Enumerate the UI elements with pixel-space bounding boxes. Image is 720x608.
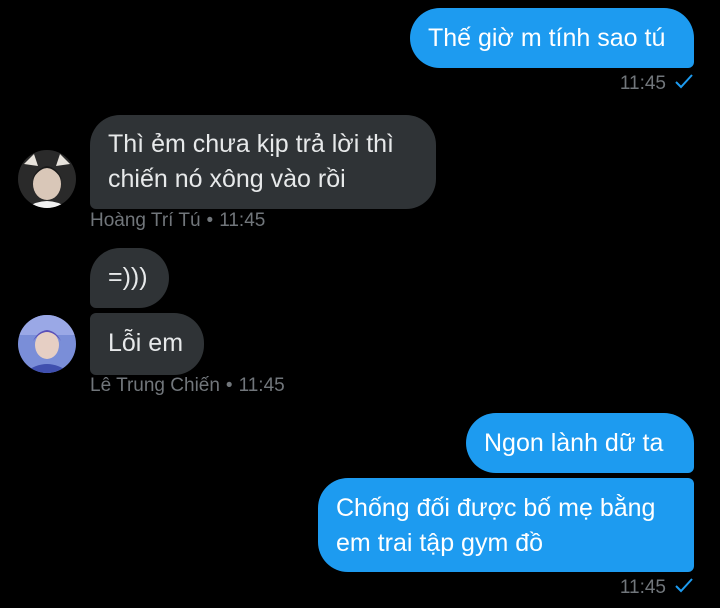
message-text-line: chiến nó xông vào rồi bbox=[108, 165, 346, 193]
message-bubble-outgoing[interactable]: Thế giờ m tính sao tú bbox=[410, 8, 694, 68]
message-bubble-incoming[interactable]: Thì ẻm chưa kịp trả lời thì chiến nó xôn… bbox=[90, 115, 436, 209]
message-meta: 11:45 bbox=[620, 577, 694, 599]
message-meta: Hoàng Trí Tú • 11:45 bbox=[90, 210, 265, 232]
message-text: Lỗi em bbox=[108, 329, 184, 357]
message-text-line: em trai tập gym đồ bbox=[336, 529, 544, 557]
message-bubble-incoming[interactable]: =))) bbox=[90, 248, 169, 308]
avatar-le-trung-chien[interactable] bbox=[18, 315, 76, 373]
message-bubble-outgoing[interactable]: Ngon lành dữ ta bbox=[466, 413, 694, 473]
avatar-hoang-tri-tu[interactable] bbox=[18, 150, 76, 208]
sender-name[interactable]: Hoàng Trí Tú bbox=[90, 210, 201, 231]
message-text: =))) bbox=[108, 263, 148, 291]
message-meta: Lê Trung Chiến • 11:45 bbox=[90, 375, 285, 397]
message-time: 11:45 bbox=[619, 577, 666, 599]
message-text-line: Chống đối được bố mẹ bằng bbox=[336, 494, 656, 522]
meta-separator: • bbox=[206, 210, 214, 231]
message-text-line: Thì ẻm chưa kịp trả lời thì bbox=[108, 130, 394, 158]
read-check-icon bbox=[674, 73, 694, 95]
read-check-icon bbox=[674, 577, 694, 599]
message-time: 11:45 bbox=[238, 375, 285, 396]
meta-separator: • bbox=[225, 375, 233, 396]
message-bubble-outgoing[interactable]: Chống đối được bố mẹ bằng em trai tập gy… bbox=[318, 478, 694, 572]
sender-name[interactable]: Lê Trung Chiến bbox=[90, 375, 220, 396]
message-time: 11:45 bbox=[219, 210, 266, 231]
message-meta: 11:45 bbox=[620, 73, 694, 95]
message-time: 11:45 bbox=[619, 73, 666, 95]
message-text: Ngon lành dữ ta bbox=[484, 429, 664, 457]
message-text: Thế giờ m tính sao tú bbox=[428, 24, 666, 52]
message-bubble-incoming[interactable]: Lỗi em bbox=[90, 313, 204, 375]
